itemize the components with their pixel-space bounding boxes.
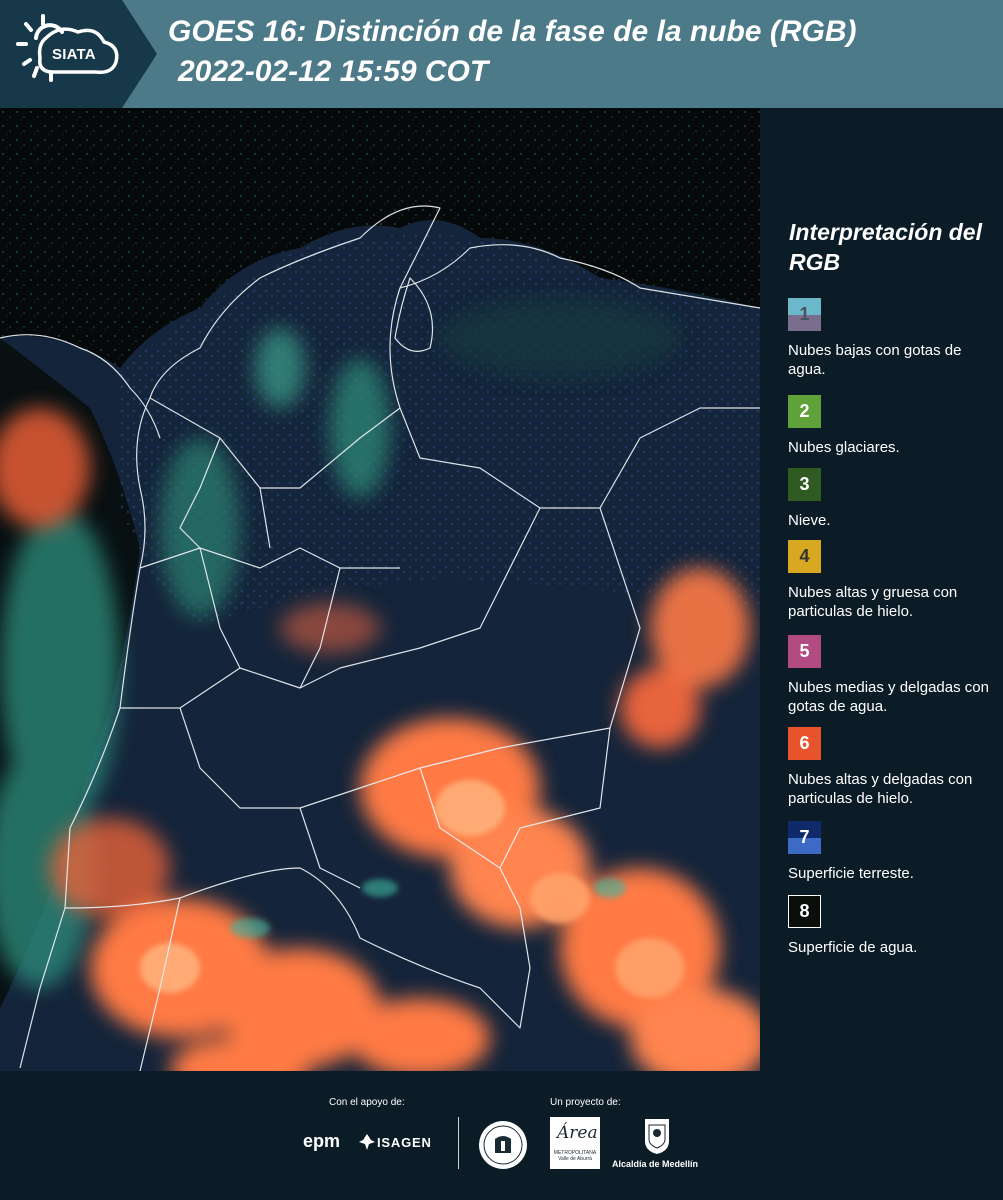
- legend-number-3: 3: [799, 474, 810, 494]
- legend-item-1: 1 Nubes bajas con gotas de agua.: [788, 298, 998, 379]
- medellin-logo-text: Alcaldía de Medellín: [612, 1159, 699, 1169]
- support-label: Con el apoyo de:: [329, 1097, 405, 1108]
- legend-item-3: 3 Nieve.: [788, 468, 998, 530]
- legend-item-4: 4 Nubes altas y gruesa con particulas de…: [788, 540, 998, 621]
- footer-divider: [458, 1117, 459, 1169]
- legend-swatch-7: 7: [788, 821, 821, 854]
- isagen-logo[interactable]: ISAGEN: [377, 1135, 432, 1150]
- legend-label-3: Nieve.: [788, 512, 831, 529]
- legend-number-2: 2: [799, 401, 810, 421]
- university-seal-icon[interactable]: [477, 1119, 529, 1171]
- legend-item-6: 6 Nubes altas y delgadas con particulas …: [788, 727, 998, 808]
- legend-panel: Interpretación del RGB 1 Nubes bajas con…: [760, 108, 1003, 1071]
- legend-number-5: 5: [799, 641, 810, 661]
- legend-label-1: Nubes bajas con gotas de agua.: [788, 342, 962, 378]
- siata-logo[interactable]: SIATA: [0, 0, 157, 108]
- legend-number-4: 4: [799, 546, 810, 566]
- satellite-map-image: [0, 108, 760, 1071]
- legend-swatch-4: 4: [788, 540, 821, 573]
- medellin-shield-icon[interactable]: [643, 1117, 671, 1155]
- area-metropolitana-logo[interactable]: Área METROPOLITANA Valle de Aburrá: [550, 1117, 600, 1169]
- legend-item-2: 2 Nubes glaciares.: [788, 395, 998, 457]
- legend-number-6: 6: [799, 733, 810, 753]
- isagen-mark-icon: [359, 1134, 375, 1150]
- legend-number-7: 7: [799, 827, 810, 847]
- legend-swatch-8: 8: [788, 895, 821, 928]
- legend-title: Interpretación del RGB: [789, 219, 982, 275]
- legend-label-7: Superficie terreste.: [788, 865, 914, 882]
- legend-label-4: Nubes altas y gruesa con particulas de h…: [788, 584, 958, 620]
- legend-item-5: 5 Nubes medias y delgadas con gotas de a…: [788, 635, 998, 716]
- header-bar: SIATA GOES 16: Distinción de la fase de …: [0, 0, 1003, 108]
- legend-item-8: 8 Superficie de agua.: [788, 895, 998, 957]
- epm-logo[interactable]: epm: [303, 1131, 340, 1152]
- legend-swatch-3: 3: [788, 468, 821, 501]
- legend-swatch-6: 6: [788, 727, 821, 760]
- page-subtitle-timestamp: 2022-02-12 15:59 COT: [178, 55, 489, 88]
- legend-label-8: Superficie de agua.: [788, 939, 918, 956]
- page-title: GOES 16: Distinción de la fase de la nub…: [168, 15, 857, 48]
- legend-number-1: 1: [799, 304, 810, 324]
- legend-swatch-1: 1: [788, 298, 821, 331]
- legend-item-7: 7 Superficie terreste.: [788, 821, 998, 883]
- project-label: Un proyecto de:: [550, 1097, 621, 1108]
- siata-logo-text: SIATA: [52, 46, 96, 63]
- footer: Con el apoyo de: Un proyecto de: epm ISA…: [0, 1071, 1003, 1200]
- amva-logo-text: Área: [557, 1123, 598, 1143]
- legend-swatch-2: 2: [788, 395, 821, 428]
- legend-swatch-5: 5: [788, 635, 821, 668]
- legend-label-2: Nubes glaciares.: [788, 439, 900, 456]
- legend-label-6: Nubes altas y delgadas con particulas de…: [788, 771, 973, 807]
- legend-number-8: 8: [799, 901, 810, 921]
- amva-logo-subtext: METROPOLITANA Valle de Aburrá: [553, 1150, 597, 1162]
- satellite-map[interactable]: [0, 108, 761, 1071]
- legend-label-5: Nubes medias y delgadas con gotas de agu…: [788, 679, 989, 715]
